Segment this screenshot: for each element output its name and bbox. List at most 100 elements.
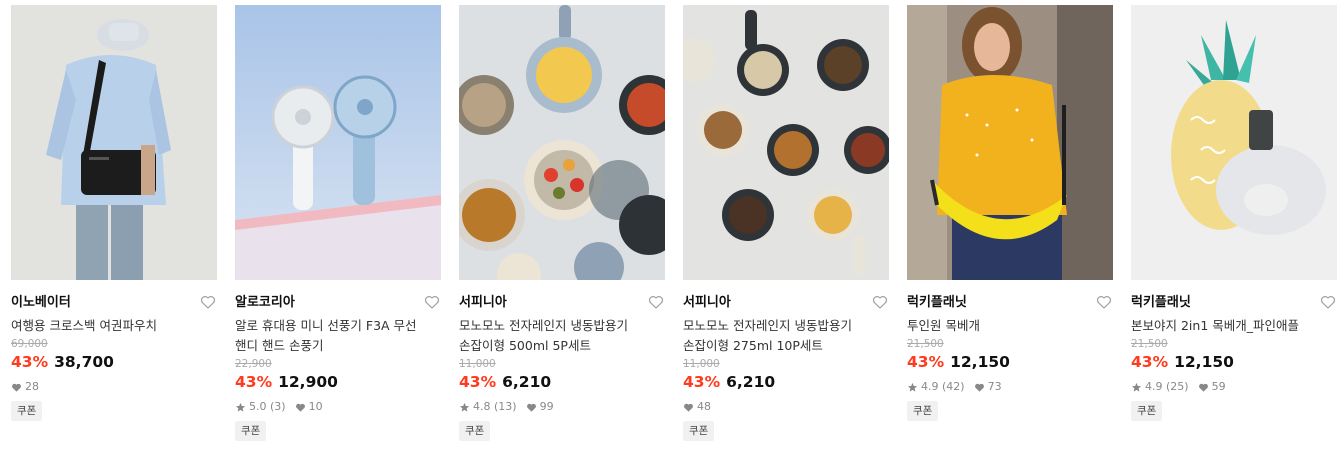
product-card[interactable]: 서피니아 모노모노 전자레인지 냉동밥용기 손잡이형 500ml 5P세트 11…: [459, 5, 665, 441]
likes-count: 10: [308, 400, 323, 413]
price-row: 43% 12,150: [907, 351, 1113, 373]
coupon-badge: 쿠폰: [683, 421, 715, 441]
product-image[interactable]: [1131, 5, 1337, 280]
wishlist-heart-icon[interactable]: [647, 293, 665, 311]
heart-filled-icon: [974, 383, 984, 392]
product-card[interactable]: 서피니아 모노모노 전자레인지 냉동밥용기 손잡이형 275ml 10P세트 1…: [683, 5, 889, 441]
product-card[interactable]: 럭키플래닛 투인원 목베개 21,500 43% 12,150 4.9 (42) …: [907, 5, 1113, 421]
star-icon: [1131, 382, 1142, 392]
product-image[interactable]: [683, 5, 889, 280]
likes: 10: [295, 399, 323, 415]
sale-price: 38,700: [54, 353, 114, 371]
discount-rate: 43%: [683, 373, 721, 391]
coupon-badge: 쿠폰: [235, 421, 267, 441]
product-image[interactable]: [235, 5, 441, 280]
wishlist-heart-icon[interactable]: [199, 293, 217, 311]
product-title[interactable]: 알로 휴대용 미니 선풍기 F3A 무선 핸디 핸드 손풍기: [235, 316, 435, 356]
coupon-badge: 쿠폰: [459, 421, 491, 441]
original-price: 11,000: [459, 358, 496, 370]
product-image[interactable]: [907, 5, 1113, 280]
rating: 4.9 (42): [907, 379, 965, 395]
original-price: 11,000: [683, 358, 720, 370]
brand-name[interactable]: 이노베이터: [11, 294, 217, 312]
product-meta: 5.0 (3) 10: [235, 399, 441, 415]
brand-name[interactable]: 럭키플래닛: [1131, 294, 1337, 312]
product-meta: 48: [683, 399, 889, 415]
discount-rate: 43%: [11, 353, 49, 371]
sale-price: 12,150: [950, 353, 1010, 371]
coupon-badge: 쿠폰: [1131, 401, 1163, 421]
likes: 59: [1198, 379, 1226, 395]
discount-rate: 43%: [235, 373, 273, 391]
product-title[interactable]: 본보야지 2in1 목베개_파인애플: [1131, 316, 1331, 336]
star-icon: [459, 402, 470, 412]
star-icon: [907, 382, 918, 392]
original-price: 21,500: [1131, 338, 1168, 350]
likes: 73: [974, 379, 1002, 395]
coupon-badge: 쿠폰: [11, 401, 43, 421]
price-row: 43% 38,700: [11, 351, 217, 373]
brand-name[interactable]: 서피니아: [683, 294, 889, 312]
review-count: (42): [942, 380, 965, 393]
sale-price: 6,210: [726, 373, 776, 391]
sale-price: 6,210: [502, 373, 552, 391]
rating-score: 4.8: [473, 400, 491, 413]
wishlist-heart-icon[interactable]: [1095, 293, 1113, 311]
likes-count: 73: [987, 380, 1002, 393]
rating-score: 4.9: [921, 380, 939, 393]
likes-count: 28: [25, 380, 39, 393]
product-card[interactable]: 이노베이터 여행용 크로스백 여권파우치 69,000 43% 38,700 28…: [11, 5, 217, 421]
rating-score: 5.0: [249, 400, 267, 413]
price-row: 43% 6,210: [683, 371, 889, 393]
heart-filled-icon: [526, 403, 536, 412]
likes: 99: [526, 399, 554, 415]
product-grid: 이노베이터 여행용 크로스백 여권파우치 69,000 43% 38,700 28…: [0, 0, 1344, 459]
product-title[interactable]: 모노모노 전자레인지 냉동밥용기 손잡이형 500ml 5P세트: [459, 316, 659, 356]
wishlist-heart-icon[interactable]: [871, 293, 889, 311]
likes-count: 48: [697, 400, 711, 413]
product-meta: 4.8 (13) 99: [459, 399, 665, 415]
brand-name[interactable]: 서피니아: [459, 294, 665, 312]
product-meta: 4.9 (42) 73: [907, 379, 1113, 395]
original-price: 69,000: [11, 338, 48, 350]
review-count: (13): [494, 400, 517, 413]
wishlist-heart-icon[interactable]: [1319, 293, 1337, 311]
heart-filled-icon: [684, 403, 693, 412]
sale-price: 12,900: [278, 373, 338, 391]
price-row: 43% 12,150: [1131, 351, 1337, 373]
brand-name[interactable]: 럭키플래닛: [907, 294, 1113, 312]
rating: 5.0 (3): [235, 399, 286, 415]
likes: 28: [11, 379, 39, 395]
product-title[interactable]: 모노모노 전자레인지 냉동밥용기 손잡이형 275ml 10P세트: [683, 316, 883, 356]
likes-count: 99: [539, 400, 554, 413]
review-count: (3): [270, 400, 286, 413]
likes-count: 59: [1211, 380, 1226, 393]
sale-price: 12,150: [1174, 353, 1234, 371]
original-price: 21,500: [907, 338, 944, 350]
product-title[interactable]: 여행용 크로스백 여권파우치: [11, 316, 211, 336]
product-title[interactable]: 투인원 목베개: [907, 316, 1107, 336]
coupon-badge: 쿠폰: [907, 401, 939, 421]
heart-filled-icon: [295, 403, 305, 412]
price-row: 43% 6,210: [459, 371, 665, 393]
discount-rate: 43%: [1131, 353, 1169, 371]
price-row: 43% 12,900: [235, 371, 441, 393]
product-meta: 28: [11, 379, 217, 395]
original-price: 22,900: [235, 358, 272, 370]
brand-name[interactable]: 알로코리아: [235, 294, 441, 312]
discount-rate: 43%: [459, 373, 497, 391]
likes: 48: [683, 399, 711, 415]
product-image[interactable]: [459, 5, 665, 280]
rating-score: 4.9: [1145, 380, 1163, 393]
heart-filled-icon: [12, 383, 21, 392]
review-count: (25): [1166, 380, 1189, 393]
wishlist-heart-icon[interactable]: [423, 293, 441, 311]
star-icon: [235, 402, 246, 412]
product-meta: 4.9 (25) 59: [1131, 379, 1337, 395]
product-image[interactable]: [11, 5, 217, 280]
discount-rate: 43%: [907, 353, 945, 371]
rating: 4.8 (13): [459, 399, 517, 415]
product-card[interactable]: 알로코리아 알로 휴대용 미니 선풍기 F3A 무선 핸디 핸드 손풍기 22,…: [235, 5, 441, 441]
heart-filled-icon: [1198, 383, 1208, 392]
product-card[interactable]: 럭키플래닛 본보야지 2in1 목베개_파인애플 21,500 43% 12,15…: [1131, 5, 1337, 421]
